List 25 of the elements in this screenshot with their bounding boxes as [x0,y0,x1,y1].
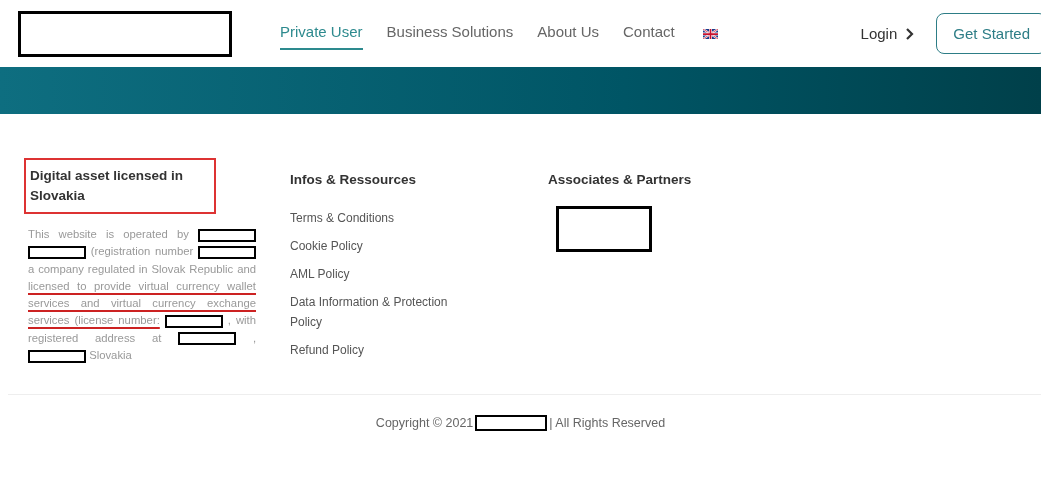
nav-link[interactable]: Contact [623,17,675,50]
redaction-box [178,332,237,346]
nav-link[interactable]: About Us [537,17,599,50]
redaction-box [198,245,256,259]
footer-link[interactable]: AML Policy [290,264,470,284]
login-link[interactable]: Login [860,25,915,42]
legal-paragraph: This website is operated by (registration number a company regulated in Slovak Republic and licensed to provide virtual currency wallet services and virtual currency exchange services (license number: , with registered address at , Slovakia [28,227,256,365]
nav-link[interactable]: Private User [280,17,363,50]
get-started-button[interactable]: Get Started [936,13,1041,54]
redaction-box [28,245,86,259]
redaction-box [164,315,223,328]
uk-flag-icon[interactable] [702,28,718,39]
footer-heading: Associates & Partners [548,171,692,189]
copyright-text: Copyright © 2021 [375,416,474,430]
footer-heading: Infos & Ressources [290,171,418,189]
chevron-right-icon [905,27,915,40]
redaction-box [28,349,86,363]
footer-link[interactable]: Terms & Conditions [290,208,470,228]
footer-link[interactable]: Cookie Policy [290,236,470,256]
redaction-box [198,228,256,242]
footer-link[interactable]: Refund Policy [290,340,470,360]
copyright-text: | All Rights Reserved [549,416,666,430]
footer-link[interactable]: Data Information & Protection Policy [290,292,470,332]
nav-link[interactable]: Business Solutions [386,17,514,50]
footer-heading: Digital asset licensed in Slovakia [24,158,216,214]
